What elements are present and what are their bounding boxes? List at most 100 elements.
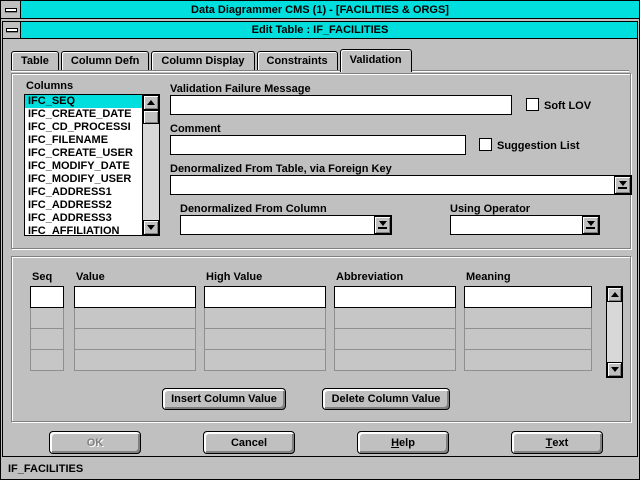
main-window-titlebar: Data Diagrammer CMS (1) - [FACILITIES & …	[1, 1, 639, 19]
grid-header-high-value: High Value	[206, 271, 262, 283]
down-arrow-icon	[147, 225, 155, 230]
list-item[interactable]: IFC_CREATE_DATE	[25, 108, 142, 121]
list-item[interactable]: IFC_MODIFY_USER	[25, 173, 142, 186]
text-button[interactable]: Text	[511, 431, 603, 454]
down-arrow-icon	[379, 221, 387, 226]
grid-cell	[334, 350, 456, 371]
scrollbar-track[interactable]	[607, 302, 622, 362]
grid-cell-input[interactable]	[30, 286, 64, 308]
arrow-underline	[378, 227, 387, 229]
using-operator-label: Using Operator	[450, 203, 530, 215]
columns-scrollbar[interactable]	[142, 95, 159, 235]
columns-listbox[interactable]: IFC_SEQ IFC_CREATE_DATE IFC_CD_PROCESSI …	[24, 94, 160, 236]
text-label-rest: ext	[552, 437, 568, 449]
help-button[interactable]: Help	[357, 431, 449, 454]
arrow-underline	[586, 227, 595, 229]
soft-lov-label: Soft LOV	[544, 100, 591, 112]
scroll-down-icon[interactable]	[143, 220, 159, 235]
scroll-down-icon[interactable]	[607, 362, 622, 377]
grid-cell-input[interactable]	[74, 286, 196, 308]
scrollbar-thumb[interactable]	[143, 110, 159, 124]
using-operator-combobox[interactable]	[450, 215, 600, 235]
comment-label: Comment	[170, 123, 221, 135]
denormalized-from-column-input[interactable]	[180, 215, 392, 235]
list-item[interactable]: IFC_FILENAME	[25, 134, 142, 147]
grid-cell-input[interactable]	[204, 286, 326, 308]
status-text: IF_FACILITIES	[8, 463, 83, 475]
soft-lov-checkbox[interactable]	[526, 98, 539, 111]
grid-column-abbreviation	[334, 286, 456, 371]
help-label-rest: elp	[399, 437, 415, 449]
down-arrow-icon	[619, 181, 627, 186]
list-item[interactable]: IFC_ADDRESS3	[25, 212, 142, 225]
scrollbar-track[interactable]	[143, 110, 159, 220]
list-item[interactable]: IFC_ADDRESS2	[25, 199, 142, 212]
suggestion-list-label: Suggestion List	[497, 140, 580, 152]
denormalized-from-table-combobox[interactable]	[170, 175, 632, 195]
list-item[interactable]: IFC_SEQ	[25, 95, 142, 108]
grid-cell-input[interactable]	[334, 286, 456, 308]
grid-cell	[74, 350, 196, 371]
grid-cell	[74, 329, 196, 350]
column-values-panel: Seq Value High Value Abbreviation Meanin…	[11, 256, 631, 422]
tab-validation[interactable]: Validation	[340, 49, 412, 72]
grid-cell	[204, 350, 326, 371]
grid-cell	[74, 308, 196, 329]
list-item[interactable]: IFC_MODIFY_DATE	[25, 160, 142, 173]
validation-failure-message-input[interactable]	[170, 95, 512, 115]
ok-button[interactable]: OK	[49, 431, 141, 454]
delete-column-value-button[interactable]: Delete Column Value	[322, 388, 450, 410]
scroll-up-icon[interactable]	[143, 95, 159, 110]
denormalized-from-table-input[interactable]	[170, 175, 632, 195]
system-menu-icon[interactable]	[1, 1, 21, 18]
tab-table[interactable]: Table	[11, 51, 59, 70]
grid-header-value: Value	[76, 271, 105, 283]
tab-constraints[interactable]: Constraints	[257, 51, 338, 70]
grid-cell	[30, 350, 64, 371]
validation-panel: Columns IFC_SEQ IFC_CREATE_DATE IFC_CD_P…	[11, 73, 631, 249]
denormalized-from-column-combobox[interactable]	[180, 215, 392, 235]
grid-cell	[464, 350, 592, 371]
grid-column-meaning	[464, 286, 592, 371]
insert-column-value-button[interactable]: Insert Column Value	[162, 388, 286, 410]
down-arrow-icon	[587, 221, 595, 226]
application-window: Data Diagrammer CMS (1) - [FACILITIES & …	[0, 0, 640, 480]
list-item[interactable]: IFC_CREATE_USER	[25, 147, 142, 160]
list-item[interactable]: IFC_ADDRESS1	[25, 186, 142, 199]
comment-input[interactable]	[170, 135, 466, 155]
grid-scrollbar[interactable]	[606, 286, 623, 378]
up-arrow-icon	[147, 100, 155, 105]
columns-label: Columns	[26, 80, 73, 92]
scroll-up-icon[interactable]	[607, 287, 622, 302]
grid-cell	[30, 329, 64, 350]
grid-cell	[204, 308, 326, 329]
down-arrow-icon	[611, 367, 619, 372]
dialog-title: Edit Table : IF_FACILITIES	[3, 22, 637, 38]
grid-header-seq: Seq	[32, 271, 52, 283]
main-window-title: Data Diagrammer CMS (1) - [FACILITIES & …	[1, 1, 639, 18]
grid-cell	[334, 308, 456, 329]
system-menu-dash-icon	[5, 8, 17, 12]
text-mnemonic: T	[546, 437, 553, 449]
dropdown-arrow-icon[interactable]	[614, 176, 631, 194]
tab-column-defn[interactable]: Column Defn	[61, 51, 149, 70]
tab-strip: Table Column Defn Column Display Constra…	[11, 49, 414, 70]
cancel-button[interactable]: Cancel	[203, 431, 295, 454]
columns-list-items: IFC_SEQ IFC_CREATE_DATE IFC_CD_PROCESSI …	[25, 95, 142, 235]
grid-cell	[204, 329, 326, 350]
arrow-underline	[618, 187, 627, 189]
using-operator-input[interactable]	[450, 215, 600, 235]
suggestion-list-checkbox[interactable]	[479, 138, 492, 151]
grid-cell-input[interactable]	[464, 286, 592, 308]
dropdown-arrow-icon[interactable]	[582, 216, 599, 234]
dropdown-arrow-icon[interactable]	[374, 216, 391, 234]
grid-cell	[334, 329, 456, 350]
grid-cell	[464, 329, 592, 350]
grid-column-value	[74, 286, 196, 371]
grid-header-meaning: Meaning	[466, 271, 511, 283]
list-item[interactable]: IFC_CD_PROCESSI	[25, 121, 142, 134]
tab-column-display[interactable]: Column Display	[151, 51, 254, 70]
dialog-system-menu-icon[interactable]	[3, 22, 21, 38]
tab-panel-edge	[11, 70, 629, 72]
list-item[interactable]: IFC_AFFILIATION	[25, 225, 142, 235]
